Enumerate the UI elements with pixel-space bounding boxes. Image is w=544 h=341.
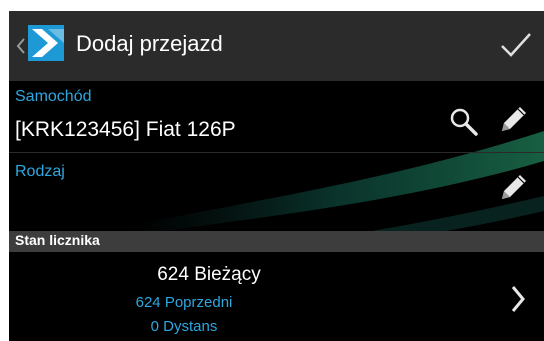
- section-title: Stan licznika: [15, 232, 100, 248]
- pencil-icon[interactable]: [496, 103, 530, 137]
- section-header: Stan licznika: [9, 231, 544, 252]
- action-bar: Dodaj przejazd: [9, 11, 544, 81]
- divider: [9, 152, 544, 153]
- pencil-icon[interactable]: [496, 171, 530, 205]
- chevron-right-icon[interactable]: [509, 284, 527, 314]
- search-icon[interactable]: [449, 107, 479, 137]
- app-logo[interactable]: [28, 25, 64, 61]
- chevron-left-icon[interactable]: [15, 37, 27, 55]
- page-title: Dodaj przejazd: [76, 31, 223, 56]
- checkmark-icon[interactable]: [499, 30, 533, 60]
- odometer-distance: 0 Dystans: [150, 318, 218, 335]
- type-label: Rodzaj: [15, 163, 65, 180]
- screen: Dodaj przejazd Samochód [KRK123456] Fiat…: [9, 11, 544, 341]
- car-value: [KRK123456] Fiat 126P: [15, 118, 236, 141]
- odometer-current: 624 Bieżący: [157, 264, 261, 285]
- car-label: Samochód: [15, 88, 92, 105]
- odometer-previous: 624 Poprzedni: [135, 294, 233, 311]
